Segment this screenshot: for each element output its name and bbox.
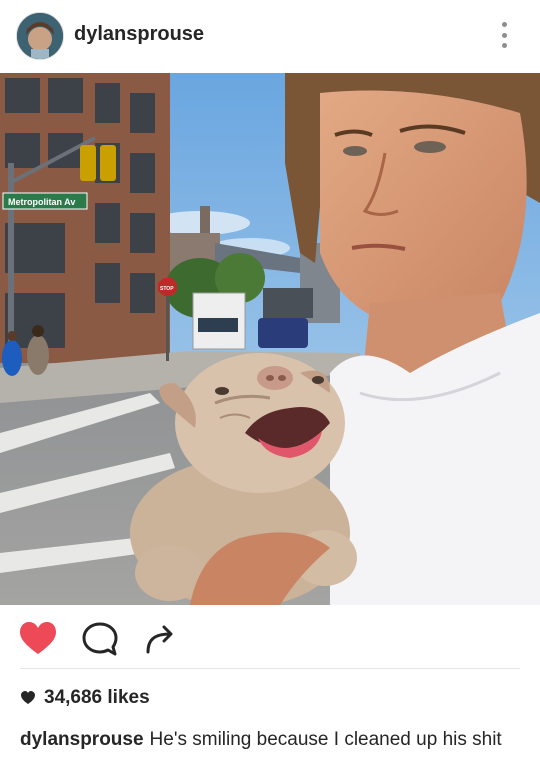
divider xyxy=(20,668,520,669)
caption: dylansprouse He's smiling because I clean… xyxy=(20,729,502,751)
caption-text: He's smiling because I cleaned up his sh… xyxy=(149,729,502,750)
heart-icon[interactable] xyxy=(18,620,58,658)
likes-count[interactable]: 34,686 likes xyxy=(44,687,150,709)
post-actions xyxy=(0,612,540,664)
street-sign-text: Metropolitan Av xyxy=(8,197,75,207)
share-arrow-icon[interactable] xyxy=(140,620,180,658)
post-header: dylansprouse xyxy=(0,0,540,72)
post-photo[interactable]: Metropolitan Av STOP xyxy=(0,73,540,605)
comment-bubble-icon[interactable] xyxy=(80,620,120,658)
vertical-ellipsis-icon[interactable] xyxy=(492,20,516,50)
caption-username[interactable]: dylansprouse xyxy=(20,729,144,750)
post-username[interactable]: dylansprouse xyxy=(74,23,204,46)
small-heart-icon xyxy=(21,691,35,704)
profile-avatar[interactable] xyxy=(16,12,64,60)
likes-row[interactable]: 34,686 likes xyxy=(20,686,150,710)
stop-sign-text: STOP xyxy=(160,286,174,292)
